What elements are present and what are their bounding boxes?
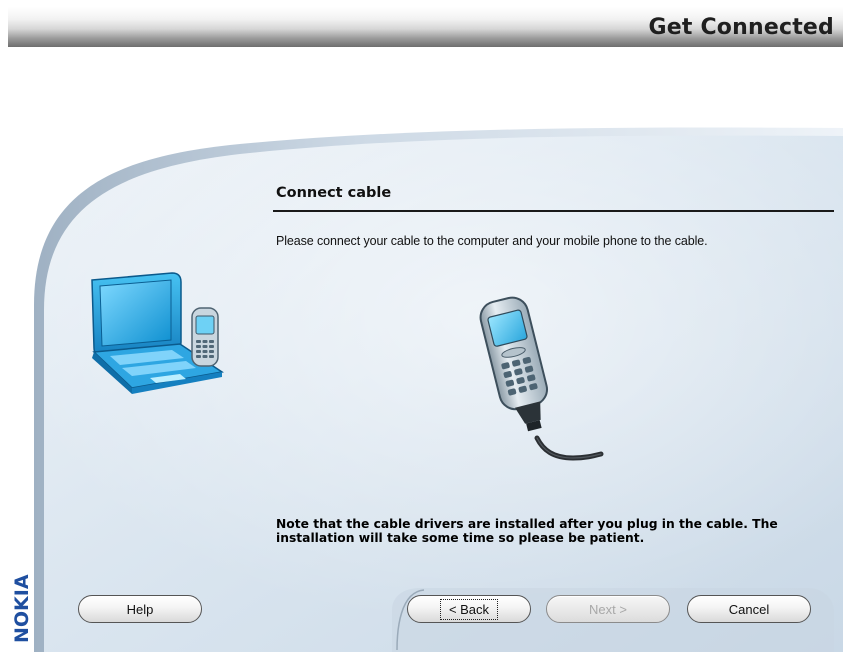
nokia-logo-text: NOKIA [11,574,32,643]
title-bar: Get Connected [8,7,843,47]
back-button-label: < Back [439,598,499,620]
instruction-text: Please connect your cable to the compute… [276,234,708,248]
driver-note: Note that the cable drivers are installe… [276,517,778,545]
cancel-button-label: Cancel [728,601,770,617]
cancel-button[interactable]: Cancel [687,595,811,623]
back-button[interactable]: < Back [407,595,531,623]
section-title: Connect cable [276,185,392,201]
nokia-logo: NOKIA [10,565,32,645]
section-divider [273,210,834,212]
page-title: Get Connected [648,15,834,40]
help-button-label: Help [126,601,154,617]
phone-cable-icon [479,296,604,461]
next-button[interactable]: Next > [546,595,670,623]
next-button-label: Next > [589,601,627,617]
installer-window: Get Connected Connect cable Please conne… [0,0,843,652]
help-button[interactable]: Help [78,595,202,623]
laptop-phone-icon [91,272,224,394]
